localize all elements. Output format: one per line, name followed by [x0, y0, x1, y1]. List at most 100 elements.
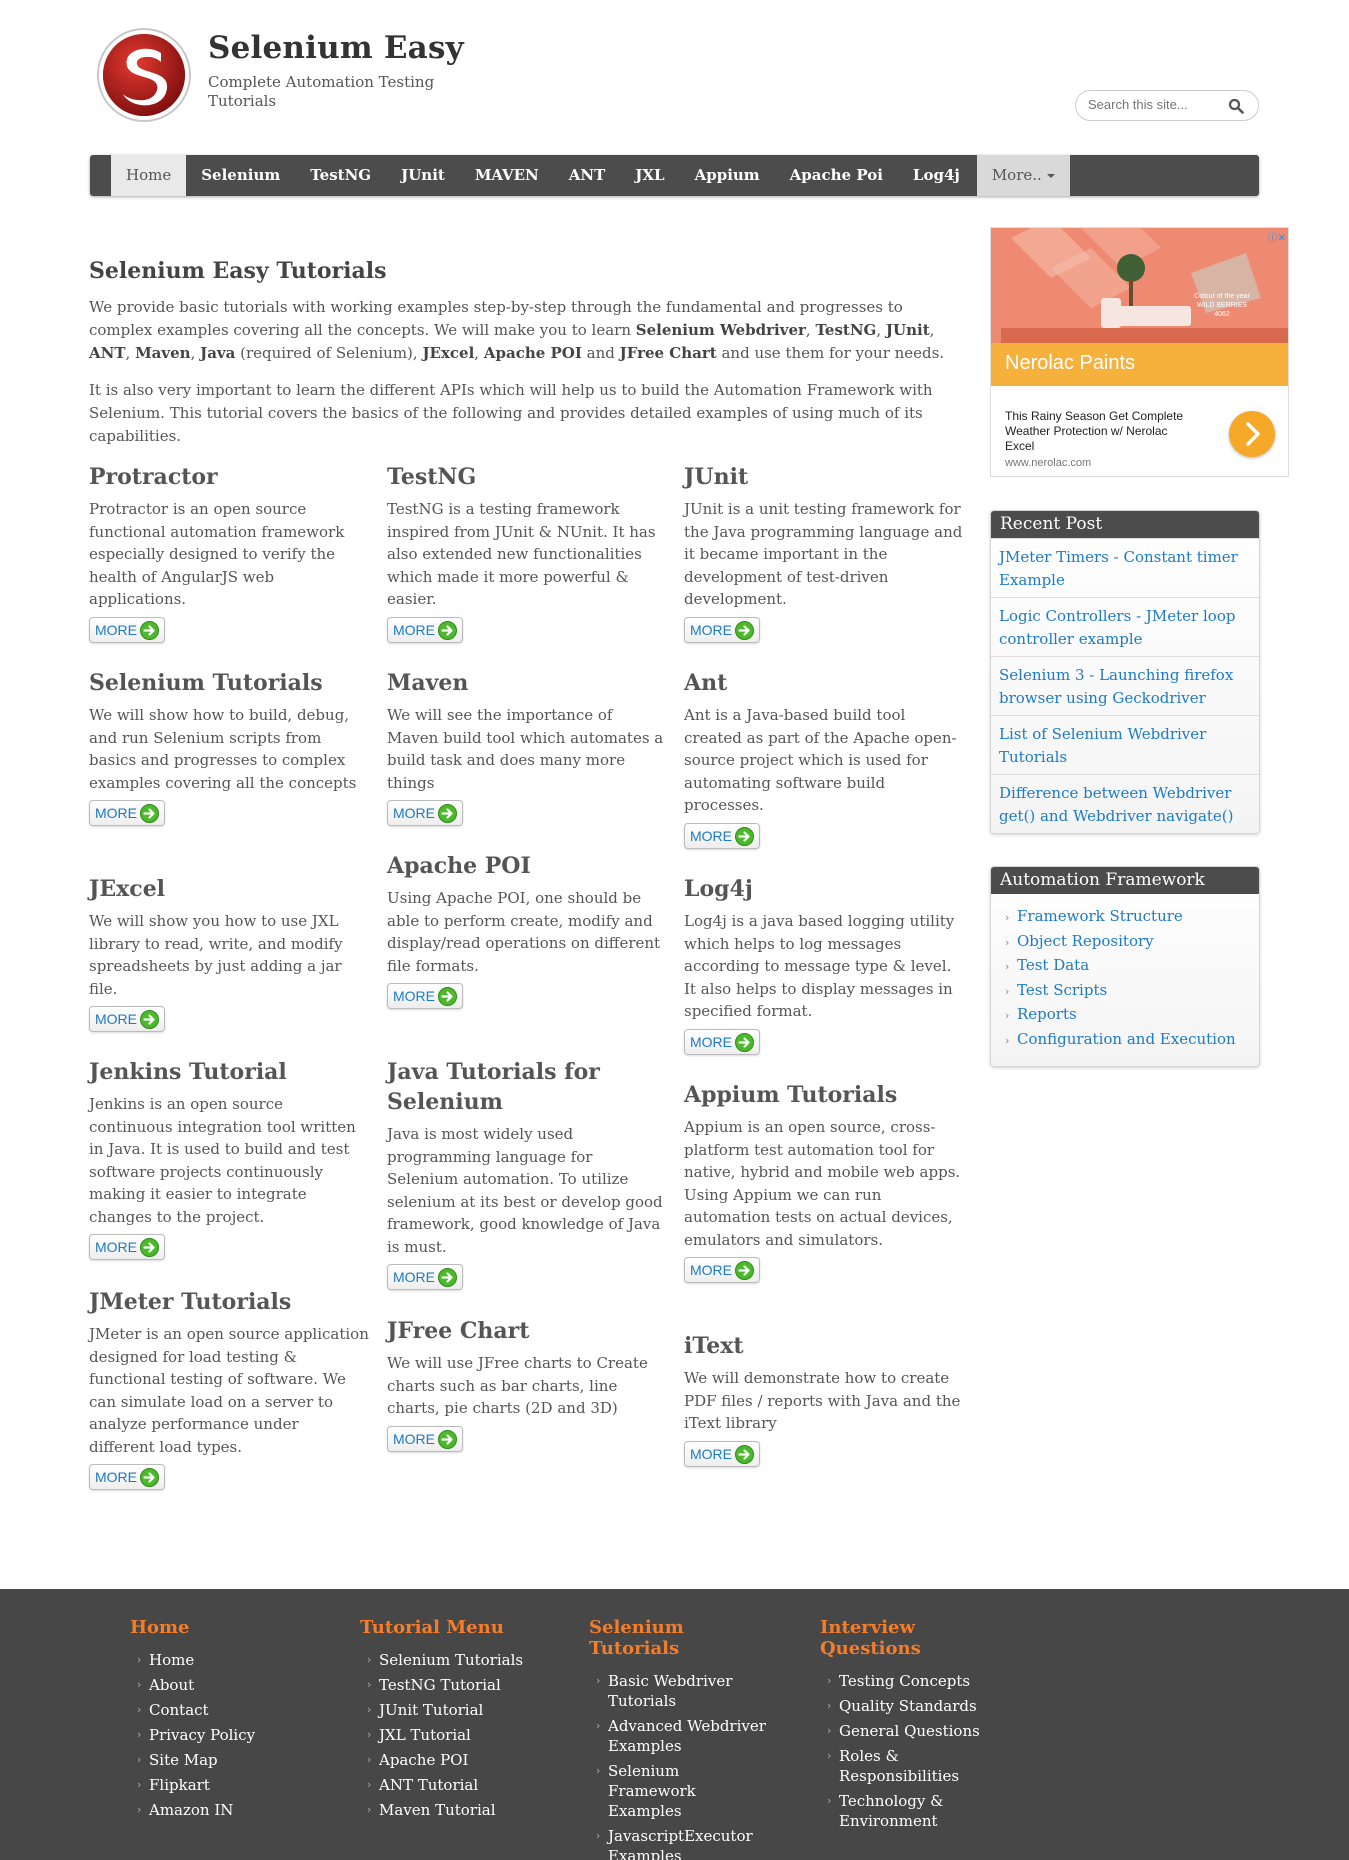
nav-item-selenium[interactable]: Selenium [186, 155, 295, 196]
more-button[interactable]: MORE [684, 822, 760, 849]
search-icon[interactable] [1228, 98, 1244, 114]
framework-link[interactable]: › Framework Structure [1005, 905, 1259, 930]
footer-link[interactable]: › Amazon IN [137, 1800, 350, 1820]
card-title[interactable]: iText [684, 1331, 964, 1361]
card-title[interactable]: Log4j [684, 874, 964, 904]
card-title[interactable]: Jenkins Tutorial [89, 1057, 369, 1087]
footer-link[interactable]: › Testing Concepts [827, 1671, 1020, 1691]
chevron-right-icon: › [137, 1703, 142, 1716]
card-title[interactable]: Maven [387, 668, 667, 698]
footer-heading[interactable]: Selenium Tutorials [589, 1617, 769, 1659]
more-label: MORE [95, 805, 137, 821]
footer-link[interactable]: › Selenium Tutorials [367, 1650, 580, 1670]
ad-image[interactable]: Colour of the year WILD BERRIES 4062 ⓘ✕ [991, 228, 1288, 343]
recent-post-link[interactable]: Logic Controllers - JMeter loop controll… [991, 597, 1259, 656]
card-description: TestNG is a testing framework inspired f… [387, 500, 656, 608]
more-button[interactable]: MORE [684, 1440, 760, 1467]
recent-post-link[interactable]: Selenium 3 - Launching firefox browser u… [991, 656, 1259, 715]
more-button[interactable]: MORE [387, 1264, 463, 1290]
card-title[interactable]: Appium Tutorials [684, 1080, 964, 1110]
ad-info-icon[interactable]: ⓘ✕ [1268, 229, 1286, 244]
recent-post-link[interactable]: JMeter Timers - Constant timer Example [991, 538, 1259, 597]
more-button[interactable]: MORE [89, 616, 165, 643]
tutorial-card: JUnit JUnit is a unit testing framework f… [684, 462, 964, 647]
more-button[interactable]: MORE [684, 1257, 760, 1283]
nav-item-log4j[interactable]: Log4j [898, 155, 975, 196]
recent-post-link[interactable]: Difference between Webdriver get() and W… [991, 774, 1259, 833]
footer-link[interactable]: › Technology & Environment [827, 1791, 1020, 1831]
footer-link[interactable]: › Selenium Framework Examples [596, 1761, 769, 1821]
footer-heading[interactable]: Home [130, 1617, 350, 1638]
footer-link[interactable]: › Apache POI [367, 1750, 580, 1770]
more-button[interactable]: MORE [89, 800, 165, 826]
footer-link[interactable]: › Basic Webdriver Tutorials [596, 1671, 769, 1711]
card-title[interactable]: JUnit [684, 462, 964, 492]
framework-link[interactable]: › Object Repository [1005, 930, 1259, 955]
framework-link[interactable]: › Reports [1005, 1003, 1259, 1028]
nav-item-ant[interactable]: ANT [554, 155, 621, 196]
site-title[interactable]: Selenium Easy [208, 30, 464, 66]
more-button[interactable]: MORE [89, 1234, 165, 1260]
footer-link[interactable]: › JavascriptExecutor Examples [596, 1826, 769, 1860]
nav-more-dropdown[interactable]: More.. [976, 155, 1070, 196]
nav-item-apache-poi[interactable]: Apache Poi [775, 155, 898, 196]
footer-link[interactable]: › JUnit Tutorial [367, 1700, 580, 1720]
card-title[interactable]: Ant [684, 668, 964, 698]
recent-post-link[interactable]: List of Selenium Webdriver Tutorials [991, 715, 1259, 774]
footer-link[interactable]: › Privacy Policy [137, 1725, 350, 1745]
footer-link[interactable]: › Home [137, 1650, 350, 1670]
nav-item-junit[interactable]: JUnit [386, 155, 460, 196]
more-button[interactable]: MORE [684, 616, 760, 643]
nav-item-home[interactable]: Home [111, 155, 187, 196]
footer-link[interactable]: › Flipkart [137, 1775, 350, 1795]
more-button[interactable]: MORE [89, 1464, 165, 1490]
ad-brand[interactable]: Nerolac Paints [1005, 352, 1135, 375]
more-button[interactable]: MORE [684, 1028, 760, 1055]
footer-link[interactable]: › Quality Standards [827, 1696, 1020, 1716]
card-title[interactable]: Java Tutorials for Selenium [387, 1057, 667, 1117]
ad-go-button[interactable] [1229, 411, 1275, 457]
ad-headline-bar[interactable]: Nerolac Paints [991, 343, 1288, 386]
more-button[interactable]: MORE [89, 1006, 165, 1032]
nav-item-maven[interactable]: MAVEN [460, 155, 554, 196]
footer-link[interactable]: › General Questions [827, 1721, 1020, 1741]
more-button[interactable]: MORE [387, 616, 463, 643]
advertisement[interactable]: Colour of the year WILD BERRIES 4062 ⓘ✕ Ne… [990, 227, 1289, 477]
footer-link[interactable]: › Site Map [137, 1750, 350, 1770]
more-button[interactable]: MORE [387, 1425, 463, 1452]
framework-link[interactable]: › Test Scripts [1005, 979, 1259, 1004]
footer-link[interactable]: › About [137, 1675, 350, 1695]
main-nav: Home Selenium TestNG JUnit MAVEN ANT JXL… [90, 155, 1259, 196]
framework-link[interactable]: › Configuration and Execution [1005, 1028, 1259, 1053]
ad-url[interactable]: www.nerolac.com [1005, 457, 1091, 469]
card-title[interactable]: JFree Chart [387, 1316, 667, 1346]
footer-link[interactable]: › ANT Tutorial [367, 1775, 580, 1795]
more-button[interactable]: MORE [387, 983, 463, 1009]
search-box[interactable] [1075, 90, 1259, 121]
card-title[interactable]: Selenium Tutorials [89, 668, 369, 698]
nav-item-testng[interactable]: TestNG [295, 155, 386, 196]
search-input[interactable] [1088, 97, 1218, 112]
nav-item-jxl[interactable]: JXL [620, 155, 679, 196]
chevron-right-icon: › [367, 1753, 372, 1766]
footer-link[interactable]: › JXL Tutorial [367, 1725, 580, 1745]
footer-link[interactable]: › Advanced Webdriver Examples [596, 1716, 769, 1756]
footer-link[interactable]: › Maven Tutorial [367, 1800, 580, 1820]
nav-item-appium[interactable]: Appium [680, 155, 775, 196]
more-button[interactable]: MORE [387, 800, 463, 826]
site-logo[interactable] [95, 26, 193, 124]
card-title[interactable]: JMeter Tutorials [89, 1287, 369, 1317]
footer-heading[interactable]: Interview Questions [820, 1617, 1020, 1659]
framework-link[interactable]: › Test Data [1005, 954, 1259, 979]
ad-text[interactable]: This Rainy Season Get Complete Weather P… [1005, 409, 1195, 454]
tutorial-card: JExcel We will show you how to use JXL li… [89, 874, 369, 1036]
card-title[interactable]: Apache POI [387, 851, 667, 881]
footer-heading[interactable]: Tutorial Menu [360, 1617, 580, 1638]
footer-link[interactable]: › Roles & Responsibilities [827, 1746, 1020, 1786]
footer-link[interactable]: › TestNG Tutorial [367, 1675, 580, 1695]
footer-link[interactable]: › Contact [137, 1700, 350, 1720]
card-description: JMeter is an open source application des… [89, 1325, 369, 1456]
card-title[interactable]: Protractor [89, 462, 369, 492]
card-title[interactable]: TestNG [387, 462, 667, 492]
card-title[interactable]: JExcel [89, 874, 369, 904]
